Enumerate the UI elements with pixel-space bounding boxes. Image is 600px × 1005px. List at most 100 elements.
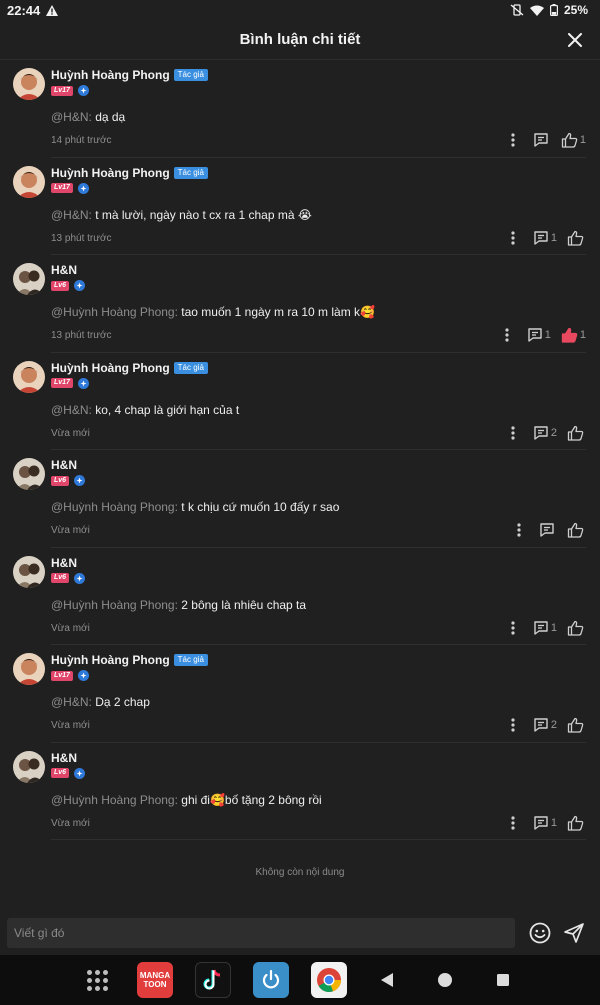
smiley-icon bbox=[529, 922, 551, 944]
like-button[interactable]: 1 bbox=[561, 132, 586, 148]
avatar[interactable] bbox=[13, 68, 45, 100]
mangatoon-app[interactable]: MANGA TOON bbox=[137, 962, 173, 998]
username[interactable]: H&N bbox=[51, 458, 77, 472]
comment-item: Huỳnh Hoàng Phong Tác giả Lv17 @H&N: dạ dạ 1… bbox=[0, 60, 600, 158]
like-button[interactable] bbox=[567, 230, 586, 246]
reply-button[interactable]: 1 bbox=[533, 620, 557, 636]
avatar[interactable] bbox=[13, 750, 45, 783]
username[interactable]: Huỳnh Hoàng Phong bbox=[51, 653, 170, 667]
avatar[interactable] bbox=[13, 360, 45, 393]
tiktok-app[interactable] bbox=[195, 962, 231, 998]
avatar[interactable] bbox=[13, 165, 45, 198]
comment-actions bbox=[509, 520, 586, 540]
comment-body: Dạ 2 chap bbox=[95, 695, 150, 709]
level-badge: Lv6 bbox=[51, 280, 70, 291]
comment-header: Huỳnh Hoàng Phong Tác giả bbox=[51, 166, 208, 180]
mention[interactable]: @H&N: bbox=[51, 110, 92, 124]
like-button[interactable]: 1 bbox=[561, 327, 586, 343]
header: Bình luận chi tiết bbox=[0, 20, 600, 60]
power-icon bbox=[262, 969, 280, 989]
like-button[interactable] bbox=[567, 717, 586, 733]
reply-button[interactable]: 2 bbox=[533, 717, 557, 733]
reply-button[interactable]: 1 bbox=[527, 327, 551, 343]
like-button[interactable] bbox=[567, 425, 586, 441]
tiktok-icon bbox=[203, 969, 221, 990]
level-badge: Lv17 bbox=[51, 183, 73, 193]
comment-text: @H&N: Dạ 2 chap bbox=[51, 695, 150, 709]
reply-button[interactable]: 1 bbox=[533, 230, 557, 246]
more-options-button[interactable] bbox=[509, 520, 529, 540]
back-button[interactable] bbox=[369, 962, 405, 998]
more-options-button[interactable] bbox=[497, 325, 517, 345]
mention[interactable]: @Huỳnh Hoàng Phong: bbox=[51, 305, 178, 319]
more-vertical-icon bbox=[511, 620, 515, 635]
user-badges: Lv6 bbox=[51, 475, 86, 486]
more-options-button[interactable] bbox=[503, 618, 523, 638]
reply-count: 1 bbox=[544, 329, 551, 341]
home-button[interactable] bbox=[427, 962, 463, 998]
more-options-button[interactable] bbox=[503, 228, 523, 248]
avatar-image bbox=[13, 263, 45, 295]
like-button[interactable] bbox=[567, 522, 586, 538]
avatar[interactable] bbox=[13, 653, 45, 685]
username[interactable]: H&N bbox=[51, 263, 77, 277]
timestamp: 13 phút trước bbox=[51, 330, 112, 341]
mention[interactable]: @H&N: bbox=[51, 208, 92, 222]
reply-button[interactable] bbox=[539, 522, 557, 538]
avatar[interactable] bbox=[13, 458, 45, 490]
page-title: Bình luận chi tiết bbox=[239, 31, 361, 48]
mention[interactable]: @H&N: bbox=[51, 403, 92, 417]
more-options-button[interactable] bbox=[503, 715, 523, 735]
avatar-image bbox=[13, 165, 45, 198]
more-options-button[interactable] bbox=[503, 423, 523, 443]
more-options-button[interactable] bbox=[503, 130, 523, 150]
username[interactable]: Huỳnh Hoàng Phong bbox=[51, 166, 170, 180]
comment-input[interactable]: Viết gì đó bbox=[7, 918, 515, 948]
user-badges: Lv6 bbox=[51, 280, 86, 291]
more-vertical-icon bbox=[511, 815, 515, 830]
emoji-button[interactable] bbox=[528, 921, 552, 945]
more-options-button[interactable] bbox=[503, 813, 523, 833]
verified-icon bbox=[74, 767, 86, 779]
reply-button[interactable]: 1 bbox=[533, 815, 557, 831]
verified-icon bbox=[74, 572, 86, 584]
like-button[interactable] bbox=[567, 620, 586, 636]
mention[interactable]: @H&N: bbox=[51, 695, 92, 709]
comment-actions: 2 bbox=[503, 423, 586, 443]
mention[interactable]: @Huỳnh Hoàng Phong: bbox=[51, 793, 178, 807]
comment-item: H&N Lv6 @Huỳnh Hoàng Phong: 2 bông là nhiê… bbox=[0, 548, 600, 645]
comment-item: Huỳnh Hoàng Phong Tác giả Lv17 @H&N: ko, 4 … bbox=[0, 353, 600, 450]
level-badge: Lv6 bbox=[51, 475, 70, 486]
thumbs-up-icon bbox=[567, 620, 584, 636]
recents-button[interactable] bbox=[485, 962, 521, 998]
username[interactable]: Huỳnh Hoàng Phong bbox=[51, 68, 170, 82]
chrome-icon bbox=[317, 968, 341, 992]
reply-button[interactable] bbox=[533, 132, 551, 148]
vibrate-off-icon bbox=[510, 4, 524, 16]
avatar[interactable] bbox=[13, 263, 45, 295]
level-badge: Lv6 bbox=[51, 573, 70, 583]
comment-icon bbox=[534, 230, 548, 245]
username[interactable]: Huỳnh Hoàng Phong bbox=[51, 361, 170, 375]
comment-actions: 1 bbox=[503, 228, 586, 248]
verified-icon bbox=[74, 280, 86, 291]
end-of-content-note: Không còn nội dung bbox=[255, 867, 345, 878]
level-badge: Lv17 bbox=[51, 670, 73, 681]
username[interactable]: H&N bbox=[51, 751, 77, 765]
mention[interactable]: @Huỳnh Hoàng Phong: bbox=[51, 500, 178, 514]
power-app[interactable] bbox=[253, 962, 289, 998]
like-button[interactable] bbox=[567, 815, 586, 831]
avatar[interactable] bbox=[13, 555, 45, 588]
reply-button[interactable]: 2 bbox=[533, 425, 557, 441]
username[interactable]: H&N bbox=[51, 556, 77, 570]
thumbs-up-icon bbox=[567, 230, 584, 246]
level-badge: Lv17 bbox=[51, 378, 73, 388]
mention[interactable]: @Huỳnh Hoàng Phong: bbox=[51, 598, 178, 612]
send-button[interactable] bbox=[562, 921, 586, 945]
grid-icon bbox=[86, 969, 108, 991]
app-drawer-button[interactable] bbox=[79, 962, 115, 998]
more-vertical-icon bbox=[511, 230, 515, 245]
comment-body: ghi đi🥰bố tặng 2 bông rồi bbox=[181, 792, 322, 807]
close-button[interactable] bbox=[564, 29, 586, 51]
chrome-app[interactable] bbox=[311, 962, 347, 998]
